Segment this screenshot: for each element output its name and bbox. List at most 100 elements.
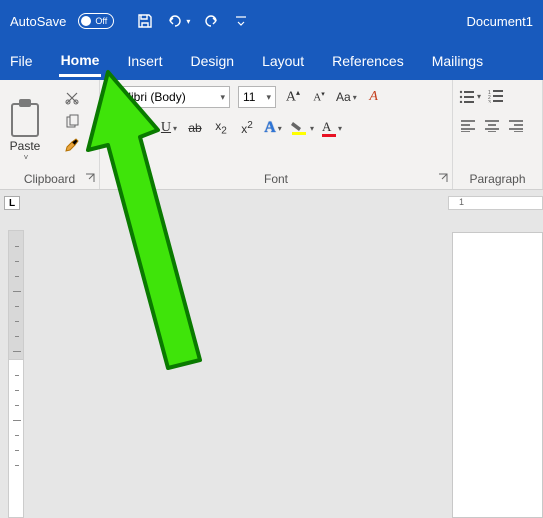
tab-references[interactable]: References xyxy=(330,47,406,75)
change-case-icon: Aa xyxy=(336,90,351,104)
tab-insert[interactable]: Insert xyxy=(125,47,164,75)
save-icon xyxy=(137,13,153,29)
autosave-state: Off xyxy=(95,16,107,26)
scissors-icon xyxy=(64,90,80,106)
font-body: Calibri (Body) ▾ 11 ▾ A▴ A▾ Aa▾ A xyxy=(100,80,452,164)
group-paragraph: ▾ 123 Paragraph xyxy=(453,80,543,189)
tab-mailings[interactable]: Mailings xyxy=(430,47,485,75)
autosave-toggle[interactable]: Off xyxy=(78,13,114,29)
ribbon-tabs: File Home Insert Design Layout Reference… xyxy=(0,42,543,80)
title-left: AutoSave Off ▾ xyxy=(10,11,250,31)
clipboard-dialog-launcher[interactable] xyxy=(85,172,95,186)
italic-icon: I xyxy=(141,120,146,136)
numbering-icon: 123 xyxy=(488,89,504,103)
align-left-icon xyxy=(461,120,475,132)
horizontal-ruler[interactable]: 1 xyxy=(448,196,543,210)
change-case-button[interactable]: Aa▾ xyxy=(336,87,357,107)
font-row-1: Calibri (Body) ▾ 11 ▾ A▴ A▾ Aa▾ A xyxy=(108,86,444,108)
font-row-2: B I U▾ ab x2 x2 A▾ ▾ A▾ xyxy=(108,118,444,138)
font-label-text: Font xyxy=(264,172,288,186)
grow-font-button[interactable]: A▴ xyxy=(284,87,302,107)
bold-button[interactable]: B xyxy=(108,118,126,138)
toggle-knob xyxy=(81,16,91,26)
chevron-down-icon: ▾ xyxy=(353,93,357,102)
redo-button[interactable] xyxy=(202,11,220,31)
superscript-button[interactable]: x2 xyxy=(238,118,256,138)
document-page[interactable] xyxy=(452,232,543,518)
bold-icon: B xyxy=(112,120,121,136)
chevron-down-icon: ▾ xyxy=(266,92,271,103)
para-row-2 xyxy=(459,116,536,136)
font-size-combo[interactable]: 11 ▾ xyxy=(238,86,276,108)
autosave-label: AutoSave xyxy=(10,14,66,29)
customize-qat-button[interactable] xyxy=(232,11,250,31)
bullets-icon xyxy=(459,89,475,103)
chevron-down-icon: ▾ xyxy=(278,124,282,133)
align-right-button[interactable] xyxy=(507,116,525,136)
font-size-value: 11 xyxy=(243,90,255,104)
svg-text:3: 3 xyxy=(488,100,491,103)
numbering-button[interactable]: 123 xyxy=(487,86,505,106)
tab-layout[interactable]: Layout xyxy=(260,47,306,75)
text-effects-button[interactable]: A▾ xyxy=(264,118,282,138)
chevron-down-icon: ▾ xyxy=(173,124,177,133)
vertical-ruler[interactable] xyxy=(8,360,24,518)
clipboard-side-buttons xyxy=(50,80,94,164)
group-clipboard: Paste ˅ Clipboard xyxy=(0,80,100,189)
bullets-button[interactable]: ▾ xyxy=(459,86,481,106)
tab-file[interactable]: File xyxy=(8,47,35,75)
clear-format-button[interactable]: A xyxy=(365,87,383,107)
group-label-clipboard: Clipboard xyxy=(0,169,99,189)
ruler-mark: 1 xyxy=(459,197,464,207)
paste-button[interactable]: Paste ˅ xyxy=(0,80,50,164)
subscript-icon: x2 xyxy=(215,119,227,136)
chevron-down-icon: ˅ xyxy=(24,153,29,162)
shrink-font-button[interactable]: A▾ xyxy=(310,87,328,107)
highlight-icon xyxy=(290,120,308,136)
font-dialog-launcher[interactable] xyxy=(438,172,448,186)
underline-button[interactable]: U▾ xyxy=(160,118,178,138)
font-name-value: Calibri (Body) xyxy=(113,90,186,104)
text-effects-icon: A xyxy=(264,119,276,137)
clipboard-body: Paste ˅ xyxy=(0,80,99,164)
align-center-button[interactable] xyxy=(483,116,501,136)
italic-button[interactable]: I xyxy=(134,118,152,138)
format-painter-button[interactable] xyxy=(63,136,81,156)
strike-icon: ab xyxy=(188,121,201,135)
ribbon: Paste ˅ Clipboard xyxy=(0,80,543,190)
redo-icon xyxy=(203,13,219,29)
group-label-font: Font xyxy=(100,169,452,189)
underline-icon: U xyxy=(161,120,171,136)
tab-home[interactable]: Home xyxy=(59,46,102,77)
chevron-down-icon: ▾ xyxy=(477,92,481,101)
font-name-combo[interactable]: Calibri (Body) ▾ xyxy=(108,86,230,108)
overflow-icon xyxy=(235,14,247,28)
subscript-button[interactable]: x2 xyxy=(212,118,230,138)
chevron-down-icon: ▾ xyxy=(220,92,225,103)
launcher-icon xyxy=(438,173,448,183)
superscript-icon: x2 xyxy=(241,120,253,136)
copy-icon xyxy=(64,114,80,130)
undo-button[interactable]: ▾ xyxy=(166,11,190,31)
align-left-button[interactable] xyxy=(459,116,477,136)
tab-design[interactable]: Design xyxy=(188,47,236,75)
vertical-ruler-margin[interactable] xyxy=(8,230,24,360)
paragraph-body: ▾ 123 xyxy=(453,80,542,164)
copy-button[interactable] xyxy=(63,112,81,132)
cut-button[interactable] xyxy=(63,88,81,108)
grow-font-icon: A▴ xyxy=(286,88,300,106)
font-color-icon: A xyxy=(322,119,336,137)
clear-format-icon: A xyxy=(369,89,378,105)
highlight-button[interactable]: ▾ xyxy=(290,118,314,138)
font-color-button[interactable]: A▾ xyxy=(322,118,342,138)
tab-selector[interactable]: L xyxy=(4,196,20,210)
document-title: Document1 xyxy=(467,14,533,29)
brush-icon xyxy=(64,138,80,154)
chevron-down-icon: ▾ xyxy=(338,124,342,133)
clipboard-label-text: Clipboard xyxy=(24,172,75,186)
strike-button[interactable]: ab xyxy=(186,118,204,138)
align-center-icon xyxy=(485,120,499,132)
shrink-font-icon: A▾ xyxy=(313,90,324,104)
para-row-1: ▾ 123 xyxy=(459,86,536,106)
save-button[interactable] xyxy=(136,11,154,31)
